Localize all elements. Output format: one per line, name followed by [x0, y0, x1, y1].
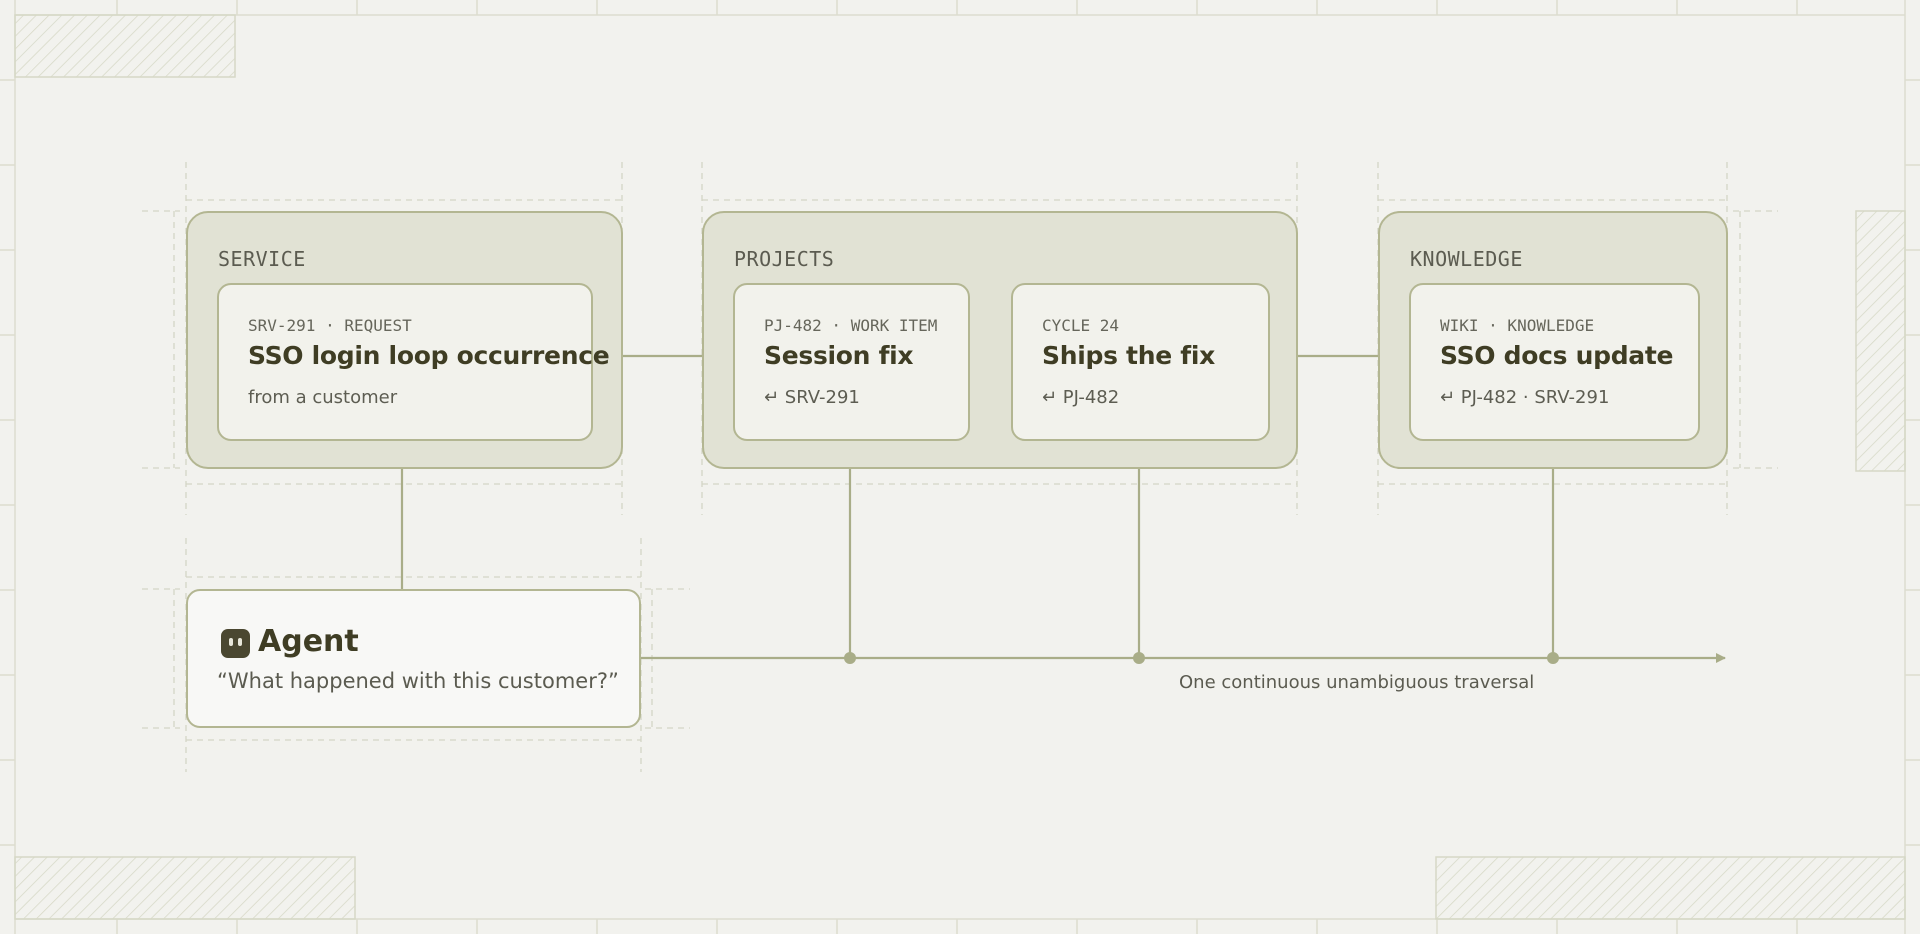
card-meta: WIKI · KNOWLEDGE: [1440, 316, 1595, 335]
card-meta: CYCLE 24: [1042, 316, 1120, 335]
card-subtitle: ↵ PJ-482: [1042, 387, 1120, 408]
work-item-card[interactable]: PJ-482 · WORK ITEM Session fix ↵ SRV-291: [733, 283, 970, 441]
card-title: SSO login loop occurrence: [248, 341, 610, 370]
agent-question: “What happened with this customer?”: [217, 669, 619, 693]
card-meta: PJ-482 · WORK ITEM: [764, 316, 938, 335]
projects-group: PROJECTS PJ-482 · WORK ITEM Session fix …: [702, 211, 1298, 469]
card-subtitle: ↵ SRV-291: [764, 387, 860, 408]
card-subtitle: ↵ PJ-482 · SRV-291: [1440, 387, 1610, 408]
agent-title: Agent: [258, 624, 359, 659]
wiki-card[interactable]: WIKI · KNOWLEDGE SSO docs update ↵ PJ-48…: [1409, 283, 1700, 441]
knowledge-group-label: KNOWLEDGE: [1410, 247, 1523, 271]
agent-card[interactable]: Agent “What happened with this customer?…: [186, 589, 641, 728]
projects-group-label: PROJECTS: [734, 247, 835, 271]
cycle-card[interactable]: CYCLE 24 Ships the fix ↵ PJ-482: [1011, 283, 1270, 441]
knowledge-group: KNOWLEDGE WIKI · KNOWLEDGE SSO docs upda…: [1378, 211, 1728, 469]
service-group: SERVICE SRV-291 · REQUEST SSO login loop…: [186, 211, 623, 469]
card-meta: SRV-291 · REQUEST: [248, 316, 412, 335]
service-request-card[interactable]: SRV-291 · REQUEST SSO login loop occurre…: [217, 283, 610, 441]
card-title: Ships the fix: [1042, 341, 1215, 370]
card-subtitle: from a customer: [248, 387, 398, 408]
service-group-label: SERVICE: [218, 247, 306, 271]
card-title: Session fix: [764, 341, 914, 370]
traversal-caption: One continuous unambiguous traversal: [1179, 672, 1535, 693]
card-title: SSO docs update: [1440, 341, 1674, 370]
robot-face-icon: [221, 629, 250, 658]
